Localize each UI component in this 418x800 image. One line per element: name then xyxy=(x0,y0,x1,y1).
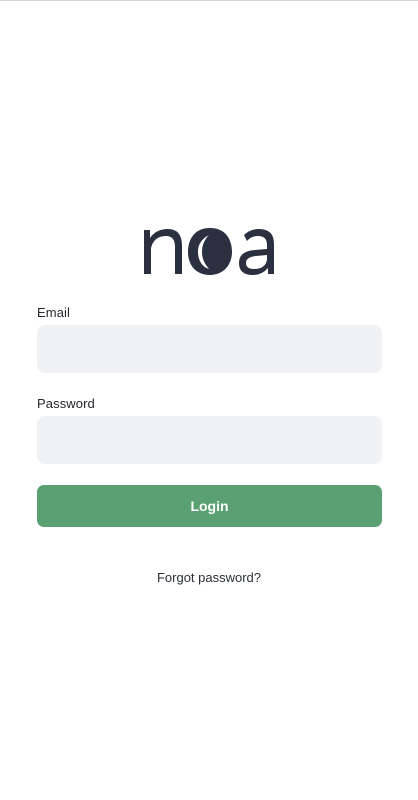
login-button[interactable]: Login xyxy=(37,485,382,527)
email-input[interactable] xyxy=(37,325,382,373)
email-label: Email xyxy=(37,305,71,320)
forgot-password-link[interactable]: Forgot password? xyxy=(0,570,418,585)
top-divider xyxy=(0,0,418,1)
noa-logo xyxy=(144,228,274,275)
password-label: Password xyxy=(37,396,95,411)
password-input[interactable] xyxy=(37,416,382,464)
